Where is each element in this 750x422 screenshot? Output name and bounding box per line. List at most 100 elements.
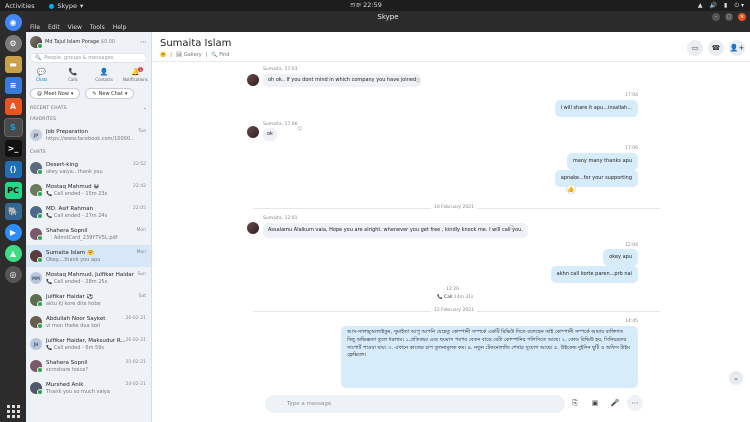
tab-contacts[interactable]: 👤 Contacts [89,65,120,85]
message-outgoing-long[interactable]: আস-সালামুআলাইকুম, সুমাইতা আপু আপনি যেহেত… [341,326,638,388]
message-input[interactable] [287,401,547,407]
vscode-icon[interactable]: ⟨⟩ [4,161,22,178]
chat-preview: vi mon theke dua kori [46,322,101,329]
chat-list-item[interactable]: Shahera Sopnil scrnshare hoice? 25-02-21 [26,355,151,377]
add-people-button[interactable]: 👤+ [729,40,745,56]
share-files-icon[interactable]: ⎘ [567,395,583,411]
files-icon[interactable]: ▬ [4,56,22,73]
call-event[interactable]: 📞 Call 14m 31s [437,295,474,300]
chat-time: 22:52 [133,162,146,167]
media-icon[interactable]: ▣ [587,395,603,411]
meet-now-button[interactable]: @ Meet Now ▾ [30,88,81,99]
minimize-icon[interactable]: – [712,13,720,21]
message-outgoing[interactable]: many many thanks apu [566,153,638,170]
search-input[interactable] [44,55,135,61]
postgres-icon[interactable]: 🐘 [4,203,22,220]
more-options-icon[interactable]: ⋯ [627,395,643,411]
clock[interactable]: শুক্র 22:59 [350,0,382,11]
message-outgoing[interactable]: okey apu [603,249,638,266]
avatar [30,250,43,263]
more-options-icon[interactable]: ⋯ [140,38,147,46]
profile-name: Md Tajul Islam Porage [45,38,100,45]
message-meta: Sumaita, 17:06 [263,122,298,127]
tab-chats[interactable]: 💬 Chats [26,65,57,85]
profile-balance: $0.00 [100,38,116,45]
search-box[interactable]: 🔍 [30,53,147,63]
chat-preview: Thank you so much vaiya [46,388,110,395]
chat-list-item[interactable]: MD. Asif Rahman 📞 Call ended - 27m 24s 22:… [26,201,151,223]
gallery-link[interactable]: 🖼 Gallery [176,52,202,58]
react-icon[interactable]: ☺ [415,78,420,84]
system-tray[interactable]: ▲ 🔊 ▮ ⏻ ▾ [698,2,744,10]
chats-icon: 💬 [37,68,46,76]
tab-notifications[interactable]: 🔔 1 Notifications [120,65,151,85]
android-studio-icon[interactable]: ▲ [4,245,22,262]
close-icon[interactable]: × [738,13,746,21]
menu-file[interactable]: File [30,24,40,31]
chat-name: MD. Asif Rahman [46,205,94,212]
terminal-icon[interactable]: >_ [4,140,22,157]
sidebar-tabs: 💬 Chats 📞 Calls 👤 Contacts 🔔 1 Notificat… [26,65,151,85]
message-incoming[interactable]: oh ok.. If you dont mind in which compan… [263,74,422,87]
chat-list-item[interactable]: Julfikar Haidar ⚽ aktu kj kore dite hobe S… [26,289,151,311]
chat-time: Mon [136,228,147,233]
add-person-icon: 👤+ [729,44,745,52]
call-time: 12:20 [446,287,459,292]
message-incoming[interactable]: ok [263,128,277,141]
profile-header[interactable]: Md Tajul Islam Porage $0.00 ⋯ [26,32,151,51]
audio-call-button[interactable]: ☎ [708,40,724,56]
menu-view[interactable]: View [68,24,82,31]
chat-list-item[interactable]: MM Mostaq Mahmud, Julfikar Haidar 📞 Call e… [26,267,151,289]
recent-chats-header[interactable]: RECENT CHATS ⌄ [26,102,151,113]
microphone-icon[interactable]: 🎤 [607,395,623,411]
chat-list-item[interactable]: Shahera Sopnil 📄 AdmitCard_239YTV5L.pdf Mo… [26,223,151,245]
menu-tools[interactable]: Tools [90,24,105,31]
message-area[interactable]: Sumaita, 17:03 oh ok.. If you dont mind … [153,62,750,388]
chat-list-item[interactable]: Desert-king okey vaiya...thank you 22:52 [26,157,151,179]
assist-icon[interactable]: ◎ [4,266,22,283]
pycharm-icon[interactable]: PC [4,182,22,199]
message-outgoing[interactable]: akhn call korte paren...prb nai [550,266,638,283]
skype-dock-icon[interactable]: S [3,118,23,137]
battery-icon: ▮ [724,1,728,9]
maximize-icon[interactable]: □ [725,13,733,21]
scroll-to-bottom-button[interactable]: ⌄ [729,371,743,385]
thumbs-up-reaction[interactable]: 👍 [566,184,576,194]
chat-preview: scrnshare hoice? [46,366,89,373]
react-icon[interactable]: ☺ [509,225,514,231]
document-icon[interactable]: ≡ [4,77,22,94]
menu-help[interactable]: Help [113,24,127,31]
chat-title[interactable]: Sumaita Islam [160,38,231,49]
chat-list-item[interactable]: Abdullah Noor Sayket vi mon theke dua kor… [26,311,151,333]
software-center-icon[interactable]: A [4,98,22,115]
chat-list-item[interactable]: Sumaita Islam 🤗 Okey....thank you apu Mon [26,245,151,267]
show-apps-icon[interactable] [6,404,20,418]
find-link[interactable]: 🔍 Find [211,52,229,58]
chromium-icon[interactable]: ◉ [4,14,22,31]
tab-calls[interactable]: 📞 Calls [57,65,88,85]
chat-name: Julfikar Haidar ⚽ [46,293,94,300]
activities-button[interactable]: Activities [5,2,35,10]
dock: ◉ ⚙ ▬ ≡ A S >_ ⟨⟩ PC 🐘 ▶ ▲ ◎ [0,11,26,422]
menu-edit[interactable]: Edit [48,24,60,31]
app-menu[interactable]: ● Skype ▾ [49,2,84,10]
settings-icon[interactable]: ⚙ [4,35,22,52]
favorites-header: FAVORITES [30,117,57,122]
react-icon[interactable]: ☺ [297,126,302,132]
video-icon: ▭ [691,44,699,52]
chat-list-item[interactable]: Murshed Anik Thank you so much vaiya 24-02… [26,377,151,399]
new-chat-button[interactable]: ✎ New Chat ▾ [85,88,135,99]
favorite-item[interactable]: JP Job Preparation https://www.facebook.… [26,124,151,146]
zoom-icon[interactable]: ▶ [4,224,22,241]
chat-list-item[interactable]: Mostaq Mahmud 😀 📞 Call ended - 15m 23s 22:… [26,179,151,201]
sidebar-actions: @ Meet Now ▾ ✎ New Chat ▾ [26,85,151,102]
chat-preview: 📞 Call ended - 28m 25s [46,278,108,285]
message-incoming[interactable]: Assalamu Alaikum vaia, Hope you are alri… [263,223,528,238]
phone-icon: ☎ [711,44,721,52]
message-input-box[interactable] [265,395,565,413]
video-call-button[interactable]: ▭ [687,40,703,56]
chat-list-item[interactable]: JH Julfikar Haidar, Maksudur R... 📞 Call e… [26,333,151,355]
message-outgoing[interactable]: i will share it apu...insallah... [554,100,638,117]
avatar [30,316,43,329]
profile-avatar[interactable] [30,35,43,49]
